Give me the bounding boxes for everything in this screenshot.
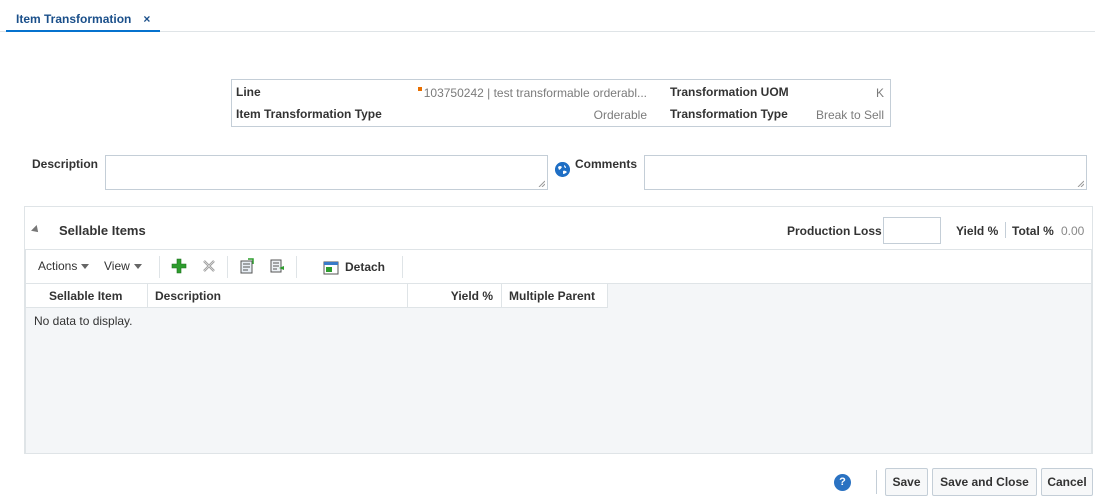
resize-grip-icon[interactable]	[1077, 180, 1084, 187]
column-multiple-parent[interactable]: Multiple Parent	[502, 284, 608, 308]
toolbar-divider	[296, 256, 297, 278]
transformation-summary: Line 103750242 | test transformable orde…	[231, 79, 891, 127]
delete-icon[interactable]	[201, 258, 217, 274]
toolbar-divider	[159, 256, 160, 278]
transformation-uom-value: K	[875, 86, 884, 100]
actions-menu[interactable]: Actions	[38, 259, 90, 273]
total-label: Total %	[1012, 224, 1054, 238]
production-loss-label: Production Loss	[787, 224, 882, 238]
table-header-row: Sellable Item Description Yield % Multip…	[26, 284, 608, 308]
edit-icon[interactable]	[269, 258, 285, 274]
item-transformation-type-label: Item Transformation Type	[236, 107, 382, 121]
footer-divider	[876, 470, 877, 494]
line-value: 103750242 | test transformable orderabl.…	[417, 86, 647, 100]
view-label: View	[104, 259, 130, 273]
cancel-button[interactable]: Cancel	[1041, 468, 1093, 496]
globe-icon[interactable]	[555, 162, 570, 177]
line-marker-icon	[417, 87, 422, 91]
resize-grip-icon[interactable]	[538, 180, 545, 187]
line-value-text: 103750242 | test transformable orderabl.…	[423, 86, 647, 100]
sellable-items-table: Actions View Detach Sellable Item Descri…	[25, 249, 1092, 454]
detach-button[interactable]: Detach	[323, 259, 385, 275]
close-icon[interactable]: ×	[143, 12, 150, 26]
save-button[interactable]: Save	[885, 468, 928, 496]
line-label: Line	[236, 85, 261, 99]
transformation-type-label: Transformation Type	[670, 107, 788, 121]
tab-label[interactable]: Item Transformation	[16, 12, 131, 26]
sellable-items-panel: Sellable Items Production Loss Yield % T…	[24, 206, 1093, 454]
description-field[interactable]	[105, 155, 548, 190]
tab-item-transformation[interactable]: Item Transformation ×	[6, 8, 161, 32]
total-divider	[1005, 222, 1006, 238]
column-description[interactable]: Description	[148, 284, 408, 308]
toolbar-divider	[227, 256, 228, 278]
collapse-icon[interactable]	[31, 225, 41, 235]
chevron-down-icon	[81, 263, 90, 269]
detach-label: Detach	[345, 260, 386, 274]
transformation-type-value: Break to Sell	[815, 108, 884, 122]
production-loss-input[interactable]	[883, 217, 941, 244]
total-value: 0.00	[1061, 224, 1085, 238]
comments-field[interactable]	[644, 155, 1087, 190]
add-icon[interactable]	[171, 258, 187, 274]
column-sellable-item[interactable]: Sellable Item	[26, 284, 148, 308]
sellable-items-title: Sellable Items	[59, 223, 146, 238]
comments-label: Comments	[575, 157, 638, 171]
empty-table-message: No data to display.	[34, 314, 133, 328]
description-label: Description	[32, 157, 99, 171]
actions-label: Actions	[38, 259, 78, 273]
item-transformation-type-value: Orderable	[593, 108, 647, 122]
toolbar-divider	[402, 256, 403, 278]
chevron-down-icon	[133, 263, 142, 269]
export-icon[interactable]	[239, 258, 255, 274]
table-toolbar: Actions View Detach	[26, 250, 1091, 284]
help-icon[interactable]: ?	[834, 474, 851, 491]
view-menu[interactable]: View	[104, 259, 142, 273]
save-and-close-button[interactable]: Save and Close	[932, 468, 1037, 496]
transformation-uom-label: Transformation UOM	[670, 85, 789, 99]
sellable-items-header: Sellable Items Production Loss Yield % T…	[25, 207, 1094, 249]
detach-icon	[323, 261, 339, 275]
tab-bar: Item Transformation ×	[0, 0, 1095, 32]
yield-label: Yield %	[956, 224, 999, 238]
column-yield[interactable]: Yield %	[408, 284, 502, 308]
